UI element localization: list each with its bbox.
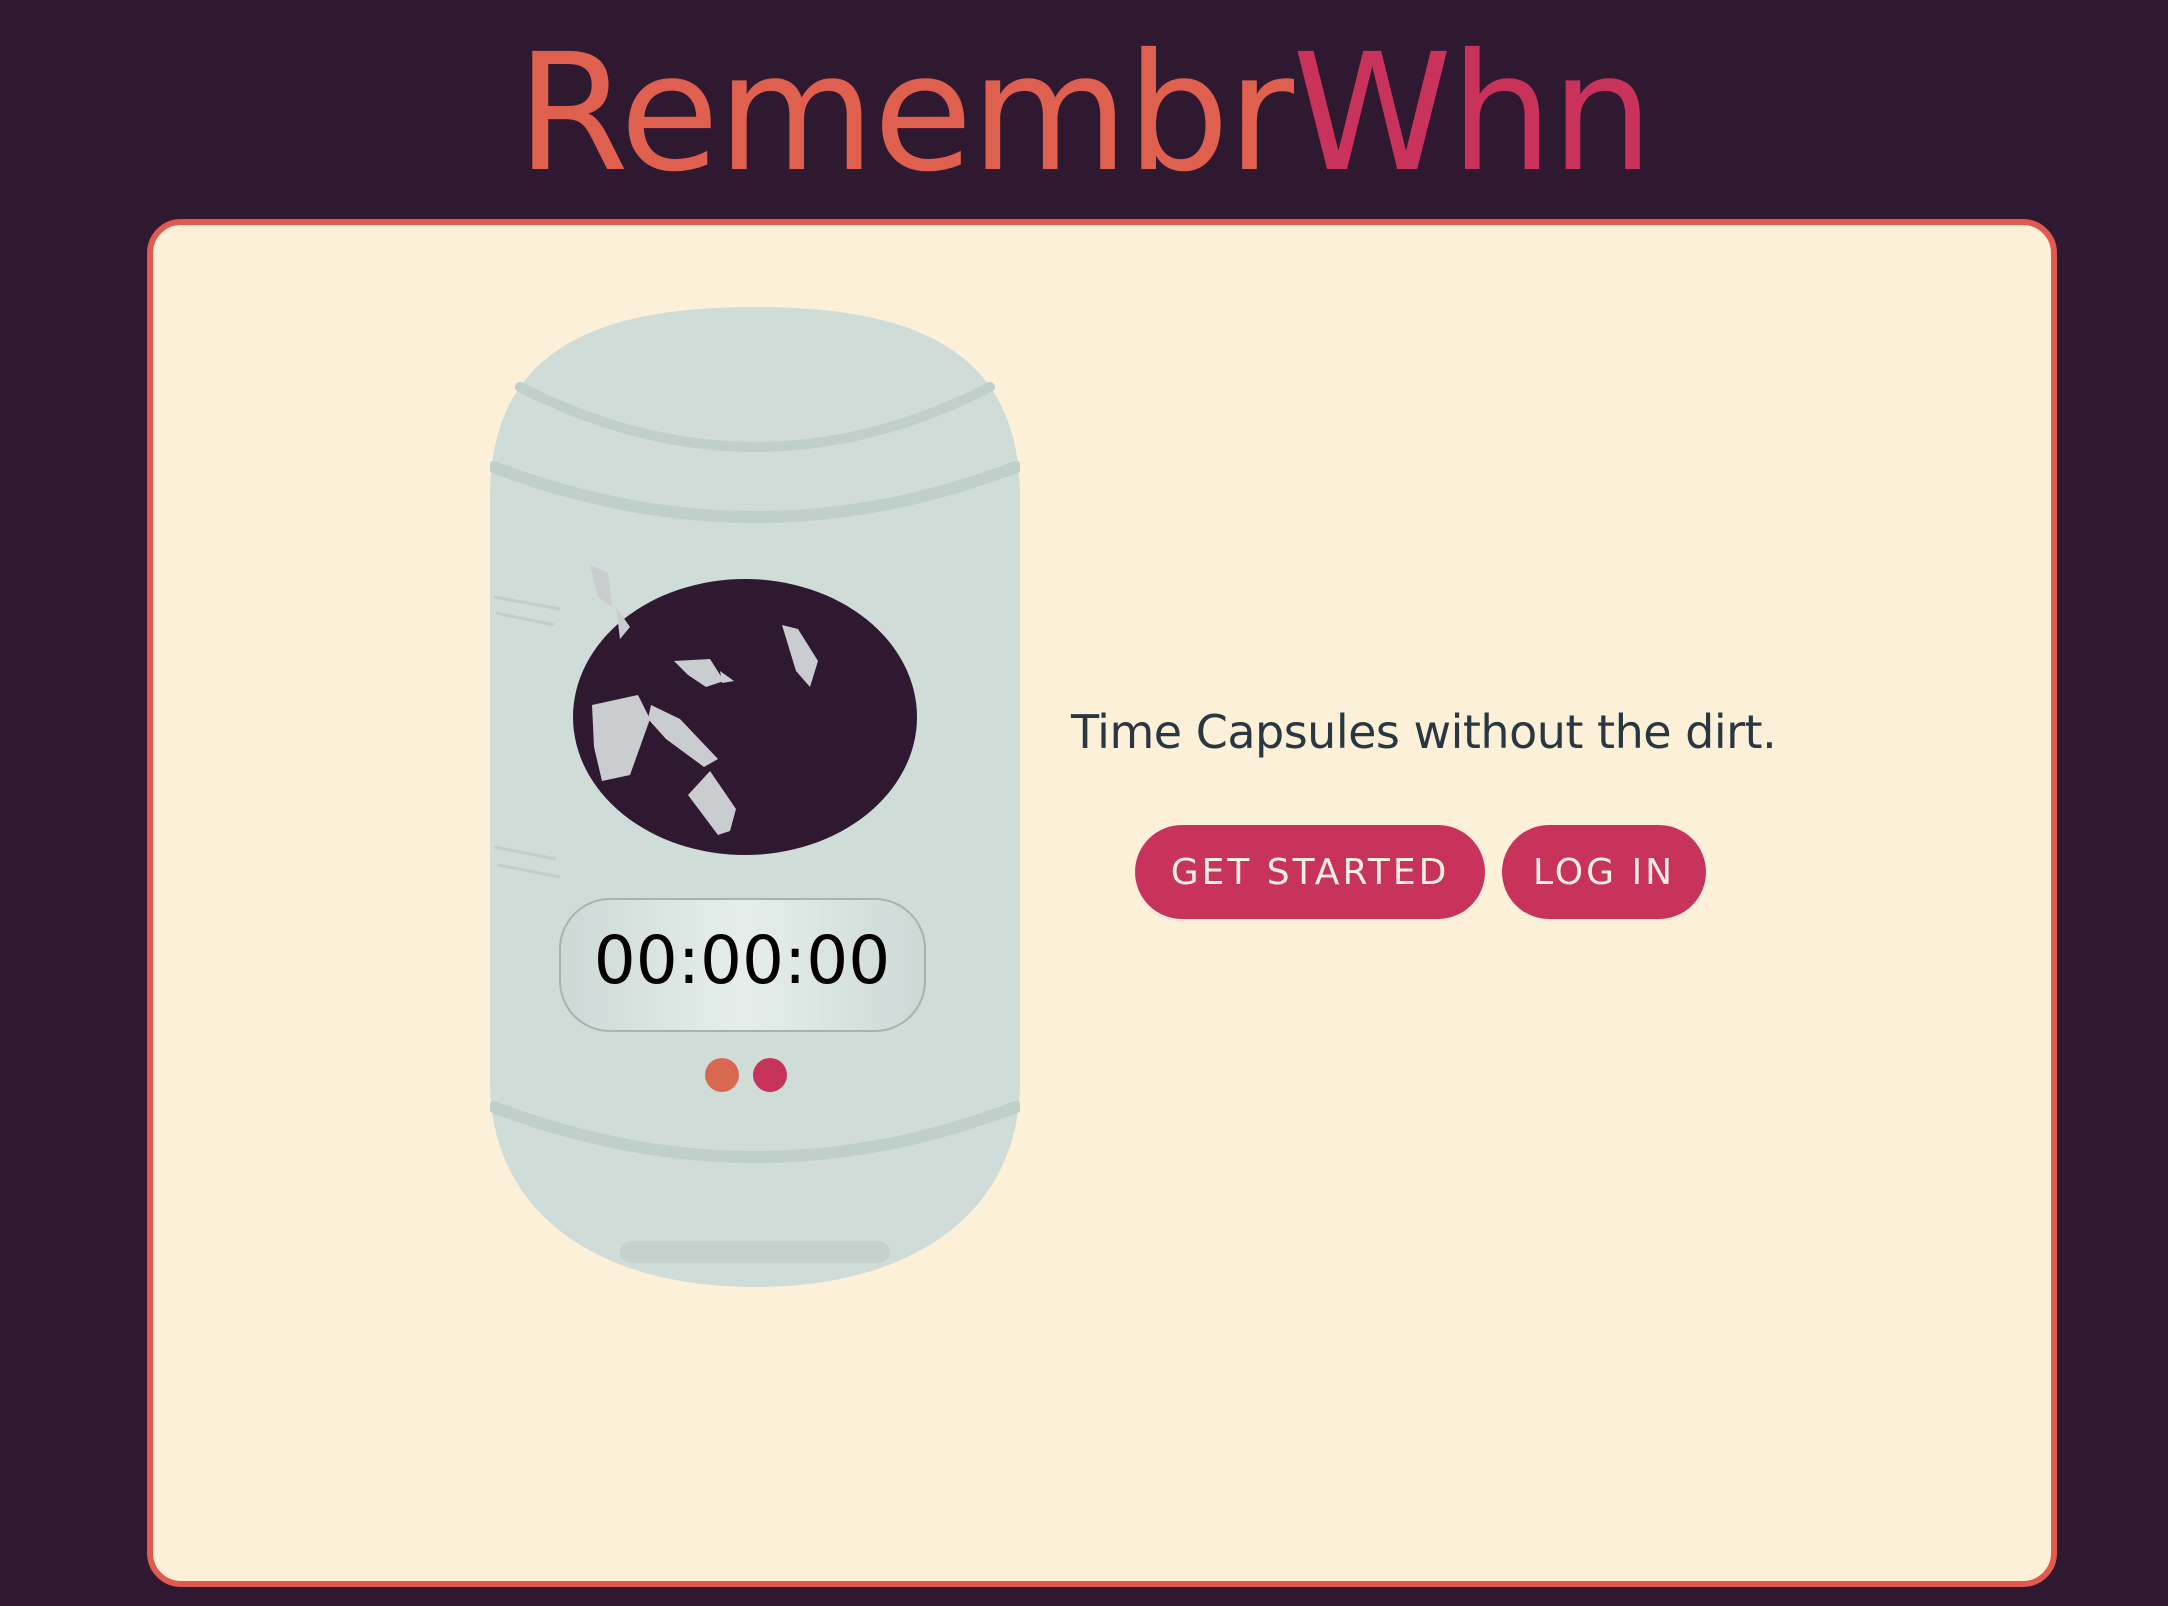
hero-tagline: Time Capsules without the dirt.: [1071, 705, 1777, 759]
get-started-button[interactable]: GET STARTED: [1135, 825, 1485, 919]
logo-text-primary: Remembr: [516, 20, 1294, 208]
capsule-timer: 00:00:00: [594, 922, 890, 999]
hero-card: 00:00:00 Time Capsules without the dirt.…: [147, 219, 2057, 1587]
login-button[interactable]: LOG IN: [1502, 825, 1706, 919]
logo-text-accent: Whn: [1292, 20, 1654, 208]
time-capsule-illustration: 00:00:00: [490, 307, 1020, 1287]
app-logo: RemembrWhn: [0, 24, 2168, 204]
